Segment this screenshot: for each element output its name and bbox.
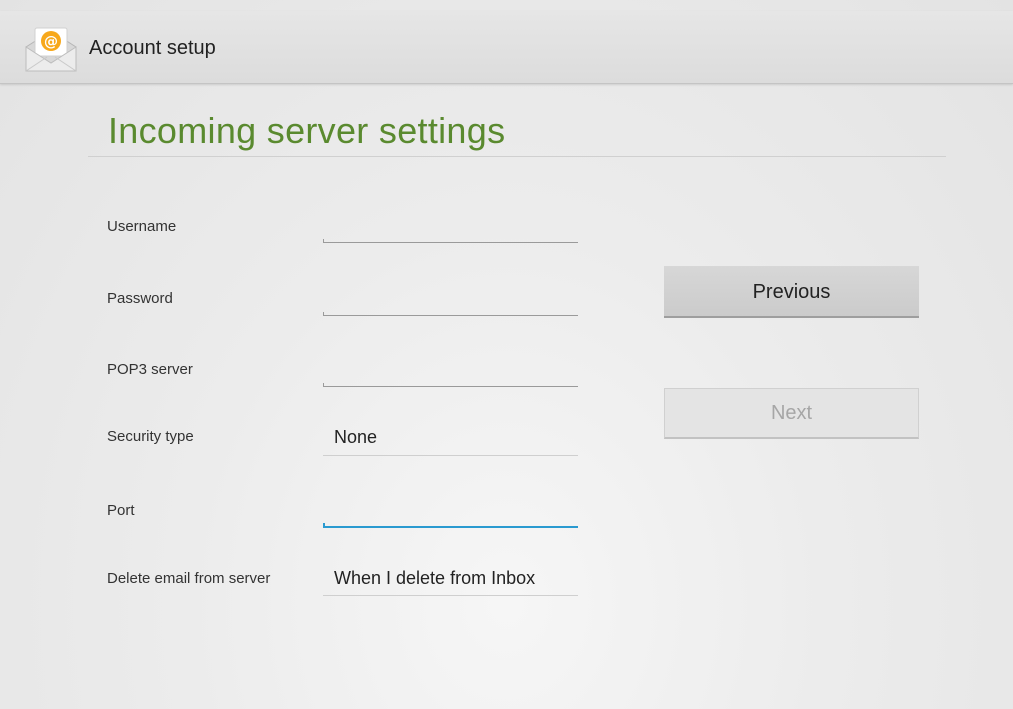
username-label: Username [107,218,177,235]
password-label: Password [107,290,173,307]
svg-text:@: @ [44,34,58,50]
port-underline-focused [323,523,578,528]
port-field[interactable] [323,492,578,526]
pop3-server-label: POP3 server [107,361,193,378]
email-envelope-at-icon[interactable]: @ [23,25,79,75]
username-field[interactable] [323,208,578,242]
app-title: Account setup [89,37,216,59]
security-type-select[interactable]: None [323,420,578,454]
heading-divider [88,156,946,157]
action-bar: @ Account setup [0,11,1013,84]
page-title: Incoming server settings [108,110,506,151]
security-type-underline [323,455,578,456]
delete-email-select[interactable]: When I delete from Inbox [323,561,578,595]
pop3-server-underline [323,383,578,387]
password-field[interactable] [323,280,578,314]
delete-email-underline [323,595,578,596]
pop3-server-field[interactable] [323,352,578,386]
port-label: Port [107,502,135,519]
delete-email-label: Delete email from server [107,570,271,587]
security-type-label: Security type [107,428,194,445]
password-underline [323,312,578,316]
next-button[interactable]: Next [664,388,919,439]
username-underline [323,239,578,243]
previous-button[interactable]: Previous [664,266,919,318]
